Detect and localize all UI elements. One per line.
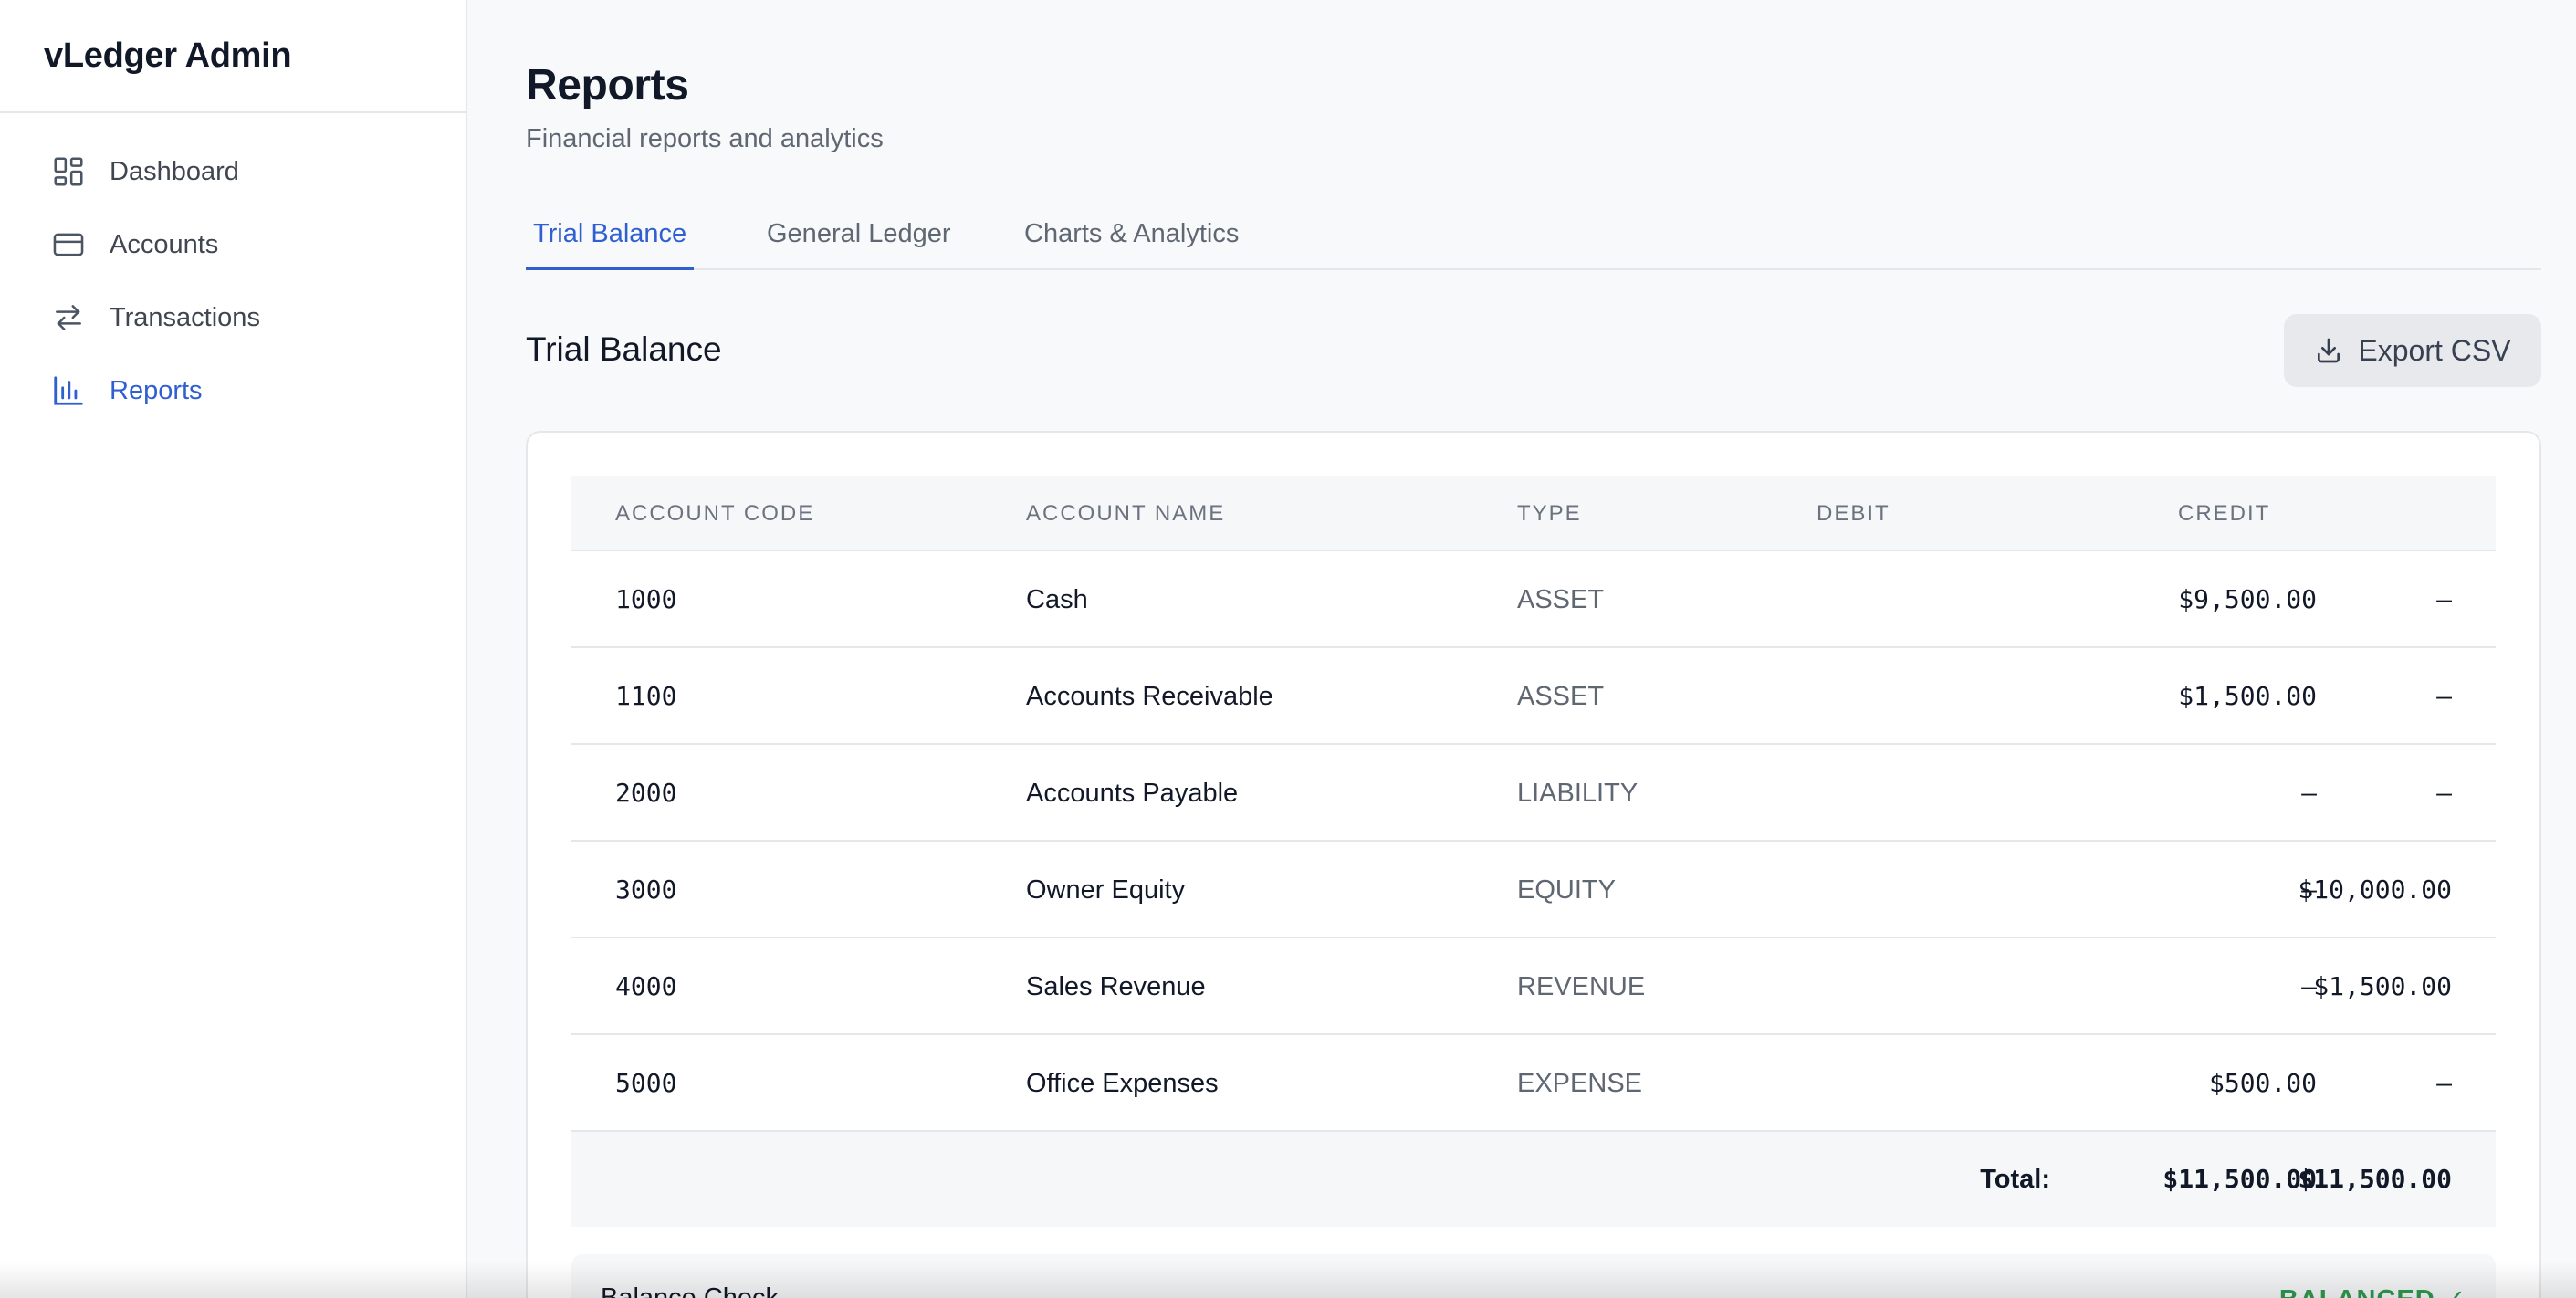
dashboard-grid-icon: [51, 154, 86, 189]
account-code: 1100: [615, 681, 677, 711]
credit-amount: $1,500.00: [2313, 971, 2452, 1001]
credit-amount: –: [2436, 584, 2452, 614]
page-subtitle: Financial reports and analytics: [526, 124, 884, 153]
brand-title: vLedger Admin: [0, 0, 466, 113]
credit-amount: –: [2436, 778, 2452, 808]
account-type: EXPENSE: [1517, 1069, 1642, 1098]
page-title: Reports: [526, 61, 689, 110]
sidebar: vLedger Admin Dashboard Accounts Transac…: [0, 0, 467, 1298]
table-header: ACCOUNT CODE ACCOUNT NAME TYPE DEBIT CRE…: [571, 476, 2496, 551]
sidebar-item-accounts[interactable]: Accounts: [0, 208, 466, 281]
credit-amount: –: [2436, 1068, 2452, 1098]
table-row: 2000 Accounts Payable LIABILITY – –: [571, 745, 2496, 842]
account-name: Accounts Receivable: [1026, 682, 1273, 711]
table-row: 5000 Office Expenses EXPENSE $500.00 –: [571, 1035, 2496, 1132]
sidebar-item-dashboard[interactable]: Dashboard: [0, 135, 466, 208]
column-header-account-name: ACCOUNT NAME: [1026, 501, 1226, 526]
account-code: 1000: [615, 584, 677, 614]
account-code: 2000: [615, 778, 677, 808]
export-csv-button[interactable]: Export CSV: [2284, 314, 2541, 387]
download-icon: [2314, 336, 2343, 365]
sidebar-item-label: Reports: [110, 375, 203, 405]
column-header-type: TYPE: [1517, 501, 1582, 526]
app-root: vLedger Admin Dashboard Accounts Transac…: [0, 0, 2576, 1298]
total-credit: $11,500.00: [2298, 1164, 2452, 1194]
account-type: LIABILITY: [1517, 779, 1639, 808]
sidebar-item-label: Dashboard: [110, 156, 239, 186]
account-type: REVENUE: [1517, 972, 1646, 1001]
account-name: Cash: [1026, 585, 1088, 614]
credit-card-icon: [51, 227, 86, 262]
account-type: EQUITY: [1517, 875, 1616, 905]
account-name: Owner Equity: [1026, 875, 1186, 905]
account-code: 4000: [615, 971, 677, 1001]
account-type: ASSET: [1517, 682, 1605, 711]
table-row: 1000 Cash ASSET $9,500.00 –: [571, 551, 2496, 648]
tab-general-ledger[interactable]: General Ledger: [759, 203, 958, 270]
total-row: Total: $11,500.00 $11,500.00: [571, 1132, 2496, 1227]
section-title: Trial Balance: [526, 330, 722, 368]
balance-status-badge: BALANCED ✓: [2279, 1283, 2466, 1298]
column-header-debit: DEBIT: [1817, 501, 1890, 526]
report-tabs: Trial Balance General Ledger Charts & An…: [526, 203, 2541, 270]
table-row: 3000 Owner Equity EQUITY – $10,000.00: [571, 842, 2496, 938]
account-name: Accounts Payable: [1026, 779, 1239, 808]
trial-balance-table: ACCOUNT CODE ACCOUNT NAME TYPE DEBIT CRE…: [571, 476, 2496, 1227]
trial-balance-card: ACCOUNT CODE ACCOUNT NAME TYPE DEBIT CRE…: [526, 431, 2541, 1298]
balance-check-box: Balance Check BALANCED ✓: [571, 1254, 2496, 1298]
sidebar-item-label: Accounts: [110, 229, 219, 259]
sidebar-nav: Dashboard Accounts Transactions Reports: [0, 113, 466, 427]
account-name: Sales Revenue: [1026, 972, 1206, 1001]
balance-check-label: Balance Check: [601, 1283, 780, 1298]
sidebar-item-transactions[interactable]: Transactions: [0, 281, 466, 354]
account-name: Office Expenses: [1026, 1069, 1219, 1098]
column-header-account-code: ACCOUNT CODE: [615, 501, 815, 526]
account-code: 5000: [615, 1068, 677, 1098]
tab-charts-analytics[interactable]: Charts & Analytics: [1017, 203, 1246, 270]
sidebar-item-reports[interactable]: Reports: [0, 354, 466, 427]
account-type: ASSET: [1517, 585, 1605, 614]
credit-amount: $10,000.00: [2298, 874, 2452, 905]
credit-amount: –: [2436, 681, 2452, 711]
table-row: 1100 Accounts Receivable ASSET $1,500.00…: [571, 648, 2496, 745]
arrows-swap-icon: [51, 300, 86, 335]
table-row: 4000 Sales Revenue REVENUE – $1,500.00: [571, 938, 2496, 1035]
export-csv-label: Export CSV: [2358, 333, 2511, 367]
tab-trial-balance[interactable]: Trial Balance: [526, 203, 695, 270]
account-code: 3000: [615, 874, 677, 905]
bar-chart-icon: [51, 373, 86, 408]
column-header-credit: CREDIT: [2178, 501, 2271, 526]
sidebar-item-label: Transactions: [110, 302, 260, 332]
